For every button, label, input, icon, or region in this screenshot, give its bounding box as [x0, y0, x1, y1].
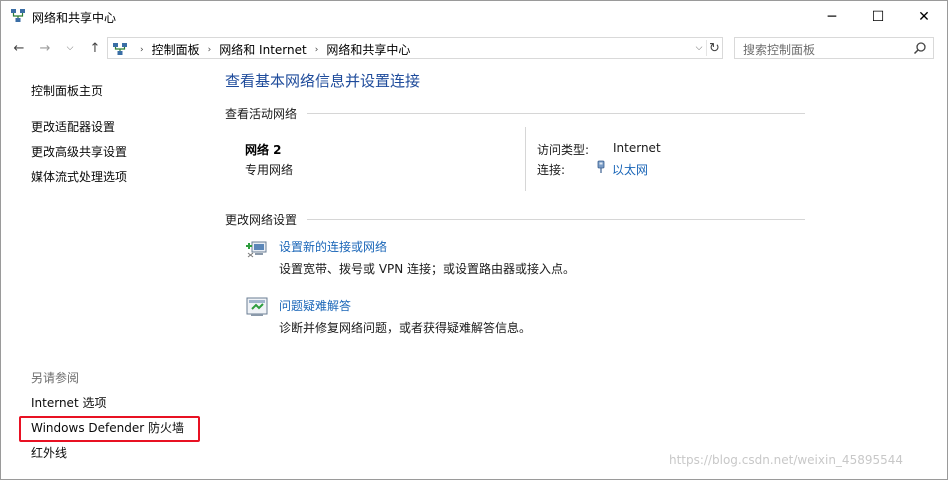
active-networks-heading: 查看活动网络 — [225, 107, 298, 121]
left-task-pane: 控制面板主页 更改适配器设置 更改高级共享设置 媒体流式处理选项 另请参阅 In… — [1, 63, 217, 479]
network-name: 网络 2 — [245, 143, 282, 157]
watermark-text: https://blog.csdn.net/weixin_45895544 — [669, 453, 904, 467]
section-divider — [307, 113, 805, 114]
connections-label: 连接: — [537, 163, 566, 177]
minimize-button[interactable]: ─ — [809, 1, 855, 32]
sidebar-item-internet-options[interactable]: Internet 选项 — [31, 394, 106, 411]
troubleshoot-problems-description: 诊断并修复网络问题，或者获得疑难解答信息。 — [279, 321, 532, 335]
setup-new-connection-link[interactable]: 设置新的连接或网络 — [279, 238, 387, 255]
chevron-right-icon[interactable]: › — [208, 45, 212, 55]
highlight-annotation — [19, 416, 200, 442]
breadcrumb-control-panel[interactable]: 控制面板 — [152, 41, 200, 58]
chevron-right-icon[interactable]: › — [140, 45, 144, 55]
sidebar-item-media-streaming[interactable]: 媒体流式处理选项 — [31, 168, 127, 185]
network-category[interactable]: 专用网络 — [245, 161, 293, 178]
forward-button[interactable]: → — [35, 38, 55, 58]
access-type-value: Internet — [613, 141, 661, 155]
close-button[interactable]: ✕ — [901, 1, 947, 32]
troubleshoot-icon — [246, 297, 268, 316]
address-dropdown-button[interactable]: ⌵ — [692, 41, 706, 55]
see-also-heading: 另请参阅 — [31, 371, 80, 385]
network-sharing-center-window: 网络和共享中心 ─ ☐ ✕ ← → ⌵ ↑ › 控制面板 › 网络和 Inter… — [0, 0, 948, 480]
control-panel-icon — [113, 43, 127, 55]
recent-locations-button[interactable]: ⌵ — [63, 38, 77, 58]
ethernet-icon — [597, 160, 605, 173]
troubleshoot-problems-link[interactable]: 问题疑难解答 — [279, 297, 351, 314]
address-bar[interactable]: › 控制面板 › 网络和 Internet › 网络和共享中心 ⌵ ↻ — [107, 37, 723, 59]
page-title: 查看基本网络信息并设置连接 — [225, 72, 421, 90]
sidebar-item-change-adapter-settings[interactable]: 更改适配器设置 — [31, 118, 115, 135]
change-settings-heading: 更改网络设置 — [225, 213, 298, 227]
breadcrumb-network-internet[interactable]: 网络和 Internet — [219, 41, 306, 58]
sidebar-item-control-panel-home[interactable]: 控制面板主页 — [31, 82, 103, 99]
new-connection-icon — [246, 241, 267, 258]
back-button[interactable]: ← — [9, 38, 29, 58]
up-button[interactable]: ↑ — [85, 38, 105, 58]
sidebar-item-infrared[interactable]: 红外线 — [31, 444, 67, 461]
refresh-button[interactable]: ↻ — [706, 40, 722, 56]
chevron-right-icon[interactable]: › — [315, 45, 319, 55]
network-center-icon — [11, 9, 25, 22]
title-bar: 网络和共享中心 ─ ☐ ✕ — [1, 1, 947, 32]
ethernet-connection-link[interactable]: 以太网 — [612, 161, 648, 178]
navigation-bar: ← → ⌵ ↑ › 控制面板 › 网络和 Internet › 网络和共享中心 … — [1, 34, 947, 62]
sidebar-item-change-advanced-sharing[interactable]: 更改高级共享设置 — [31, 143, 127, 160]
vertical-divider — [525, 127, 526, 191]
maximize-button[interactable]: ☐ — [855, 1, 901, 32]
section-divider — [307, 219, 805, 220]
breadcrumb: › 控制面板 › 网络和 Internet › 网络和共享中心 — [132, 41, 410, 58]
setup-new-connection-description: 设置宽带、拨号或 VPN 连接；或设置路由器或接入点。 — [279, 262, 576, 276]
access-type-label: 访问类型: — [537, 143, 590, 157]
breadcrumb-network-sharing-center[interactable]: 网络和共享中心 — [326, 41, 410, 58]
window-title: 网络和共享中心 — [32, 11, 117, 25]
search-icon[interactable] — [913, 41, 927, 55]
search-input[interactable]: 搜索控制面板 — [743, 41, 815, 58]
search-box[interactable]: 搜索控制面板 — [734, 37, 934, 59]
